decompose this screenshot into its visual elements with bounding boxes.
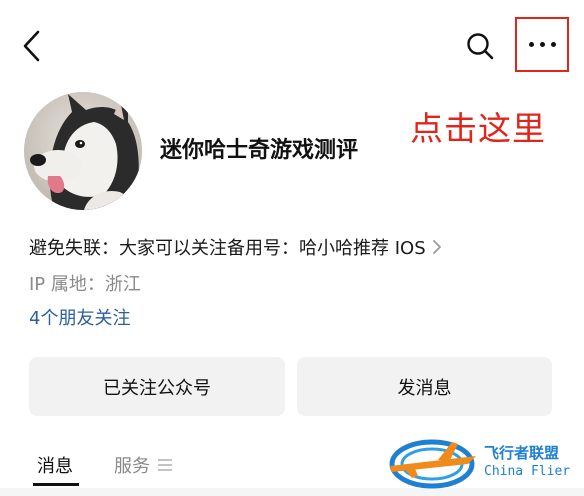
watermark-subtitle: China Flier: [484, 464, 571, 479]
avatar[interactable]: [24, 92, 142, 210]
menu-icon: [158, 459, 172, 471]
back-button[interactable]: [18, 28, 48, 64]
ip-location: IP 属地：浙江: [29, 274, 141, 295]
search-icon: [467, 33, 494, 60]
account-description-row[interactable]: 避免失联：大家可以关注备用号：哈小哈推荐 IOS: [29, 234, 442, 260]
friends-following-link[interactable]: 4个朋友关注: [29, 304, 130, 330]
tab-label: 消息: [37, 456, 73, 477]
chevron-right-icon: [432, 240, 441, 254]
tab-messages[interactable]: 消息: [37, 452, 73, 478]
tab-services[interactable]: 服务: [114, 452, 172, 478]
account-name: 迷你哈士奇游戏测评: [160, 138, 359, 163]
husky-dog-avatar: [24, 92, 142, 210]
followed-account-button[interactable]: 已关注公众号: [29, 357, 285, 416]
search-button[interactable]: [464, 30, 496, 62]
send-message-button[interactable]: 发消息: [297, 357, 552, 416]
airplane-logo-icon: [389, 439, 476, 489]
watermark-title: 飞行者联盟: [484, 444, 560, 462]
watermark: 飞行者联盟 China Flier: [384, 416, 580, 494]
click-here-annotation: 点击这里: [410, 109, 546, 148]
tab-label: 服务: [114, 456, 150, 477]
more-options-button[interactable]: [515, 17, 569, 72]
chevron-left-icon: [23, 30, 40, 62]
official-account-profile-page: 点击这里 迷你哈士奇游戏测评 避免失联：大家可以关注备用号：哈小哈推荐 IOS …: [0, 0, 584, 496]
more-horizontal-icon: [528, 42, 556, 47]
account-description: 避免失联：大家可以关注备用号：哈小哈推荐 IOS: [29, 238, 426, 259]
active-tab-indicator: [33, 483, 79, 486]
